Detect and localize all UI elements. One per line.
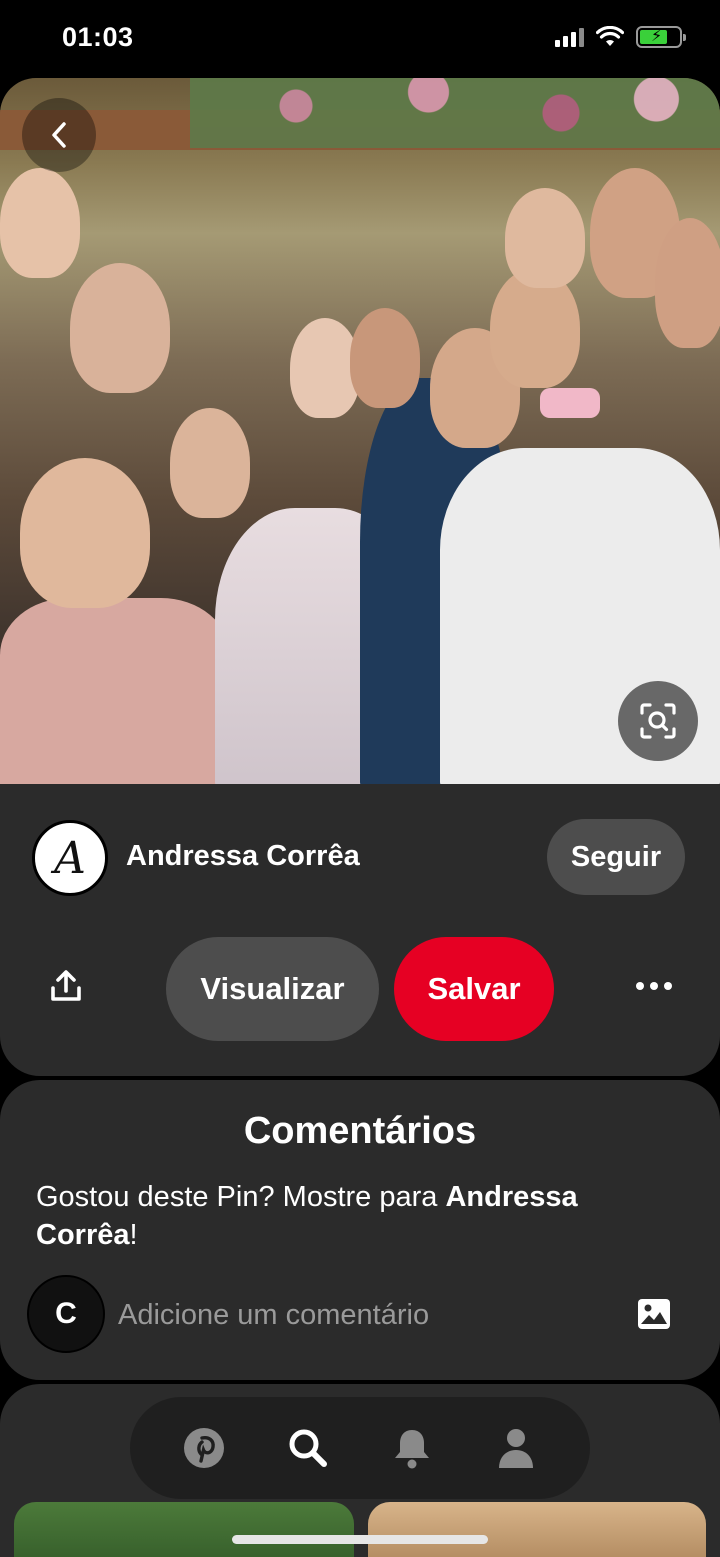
cellular-signal-icon (555, 27, 584, 47)
related-pin-thumbnail[interactable] (368, 1502, 706, 1557)
more-options-button[interactable] (620, 952, 688, 1020)
bottom-nav (130, 1397, 590, 1499)
nav-notifications[interactable] (382, 1418, 442, 1478)
follow-button[interactable]: Seguir (547, 819, 685, 895)
author-name[interactable]: Andressa Corrêa (126, 840, 360, 873)
status-icons: ⚡ (555, 26, 686, 48)
wifi-icon (596, 26, 624, 46)
image-icon (638, 1299, 670, 1329)
notifications-bell-icon (395, 1430, 429, 1469)
comments-card: Comentários Gostou deste Pin? Mostre par… (0, 1080, 720, 1380)
wedding-party (0, 78, 720, 784)
nav-home[interactable] (174, 1418, 234, 1478)
chevron-left-icon (52, 122, 66, 148)
lens-search-icon (640, 703, 676, 739)
status-bar: 01:03 ⚡ (0, 0, 720, 78)
user-avatar: C (27, 1275, 105, 1353)
more-dots-icon (636, 982, 644, 990)
nav-search[interactable] (278, 1418, 338, 1478)
view-button[interactable]: Visualizar (166, 937, 379, 1041)
nav-profile[interactable] (486, 1418, 546, 1478)
author-monogram: A (54, 832, 86, 884)
search-icon (289, 1429, 327, 1467)
comments-prompt: Gostou deste Pin? Mostre para Andressa C… (36, 1181, 578, 1251)
comment-input[interactable] (118, 1293, 598, 1337)
comments-title: Comentários (243, 1110, 477, 1152)
share-upload-icon (51, 970, 81, 1001)
profile-icon (499, 1429, 533, 1468)
visual-search-button[interactable] (618, 681, 698, 761)
pin-info-card: A Andressa Corrêa Seguir Visualizar Salv… (0, 784, 720, 1076)
save-button[interactable]: Salvar (394, 937, 554, 1041)
home-indicator[interactable] (232, 1535, 488, 1544)
back-button[interactable] (22, 98, 96, 172)
share-button[interactable] (32, 952, 100, 1020)
pin-image[interactable] (0, 78, 720, 784)
pinterest-home-icon (184, 1428, 224, 1468)
related-pin-thumbnail[interactable] (14, 1502, 354, 1557)
author-avatar[interactable]: A (32, 820, 108, 896)
add-image-button[interactable] (632, 1292, 676, 1336)
status-time: 01:03 (62, 22, 134, 52)
battery-charging-icon: ⚡ (636, 26, 686, 48)
